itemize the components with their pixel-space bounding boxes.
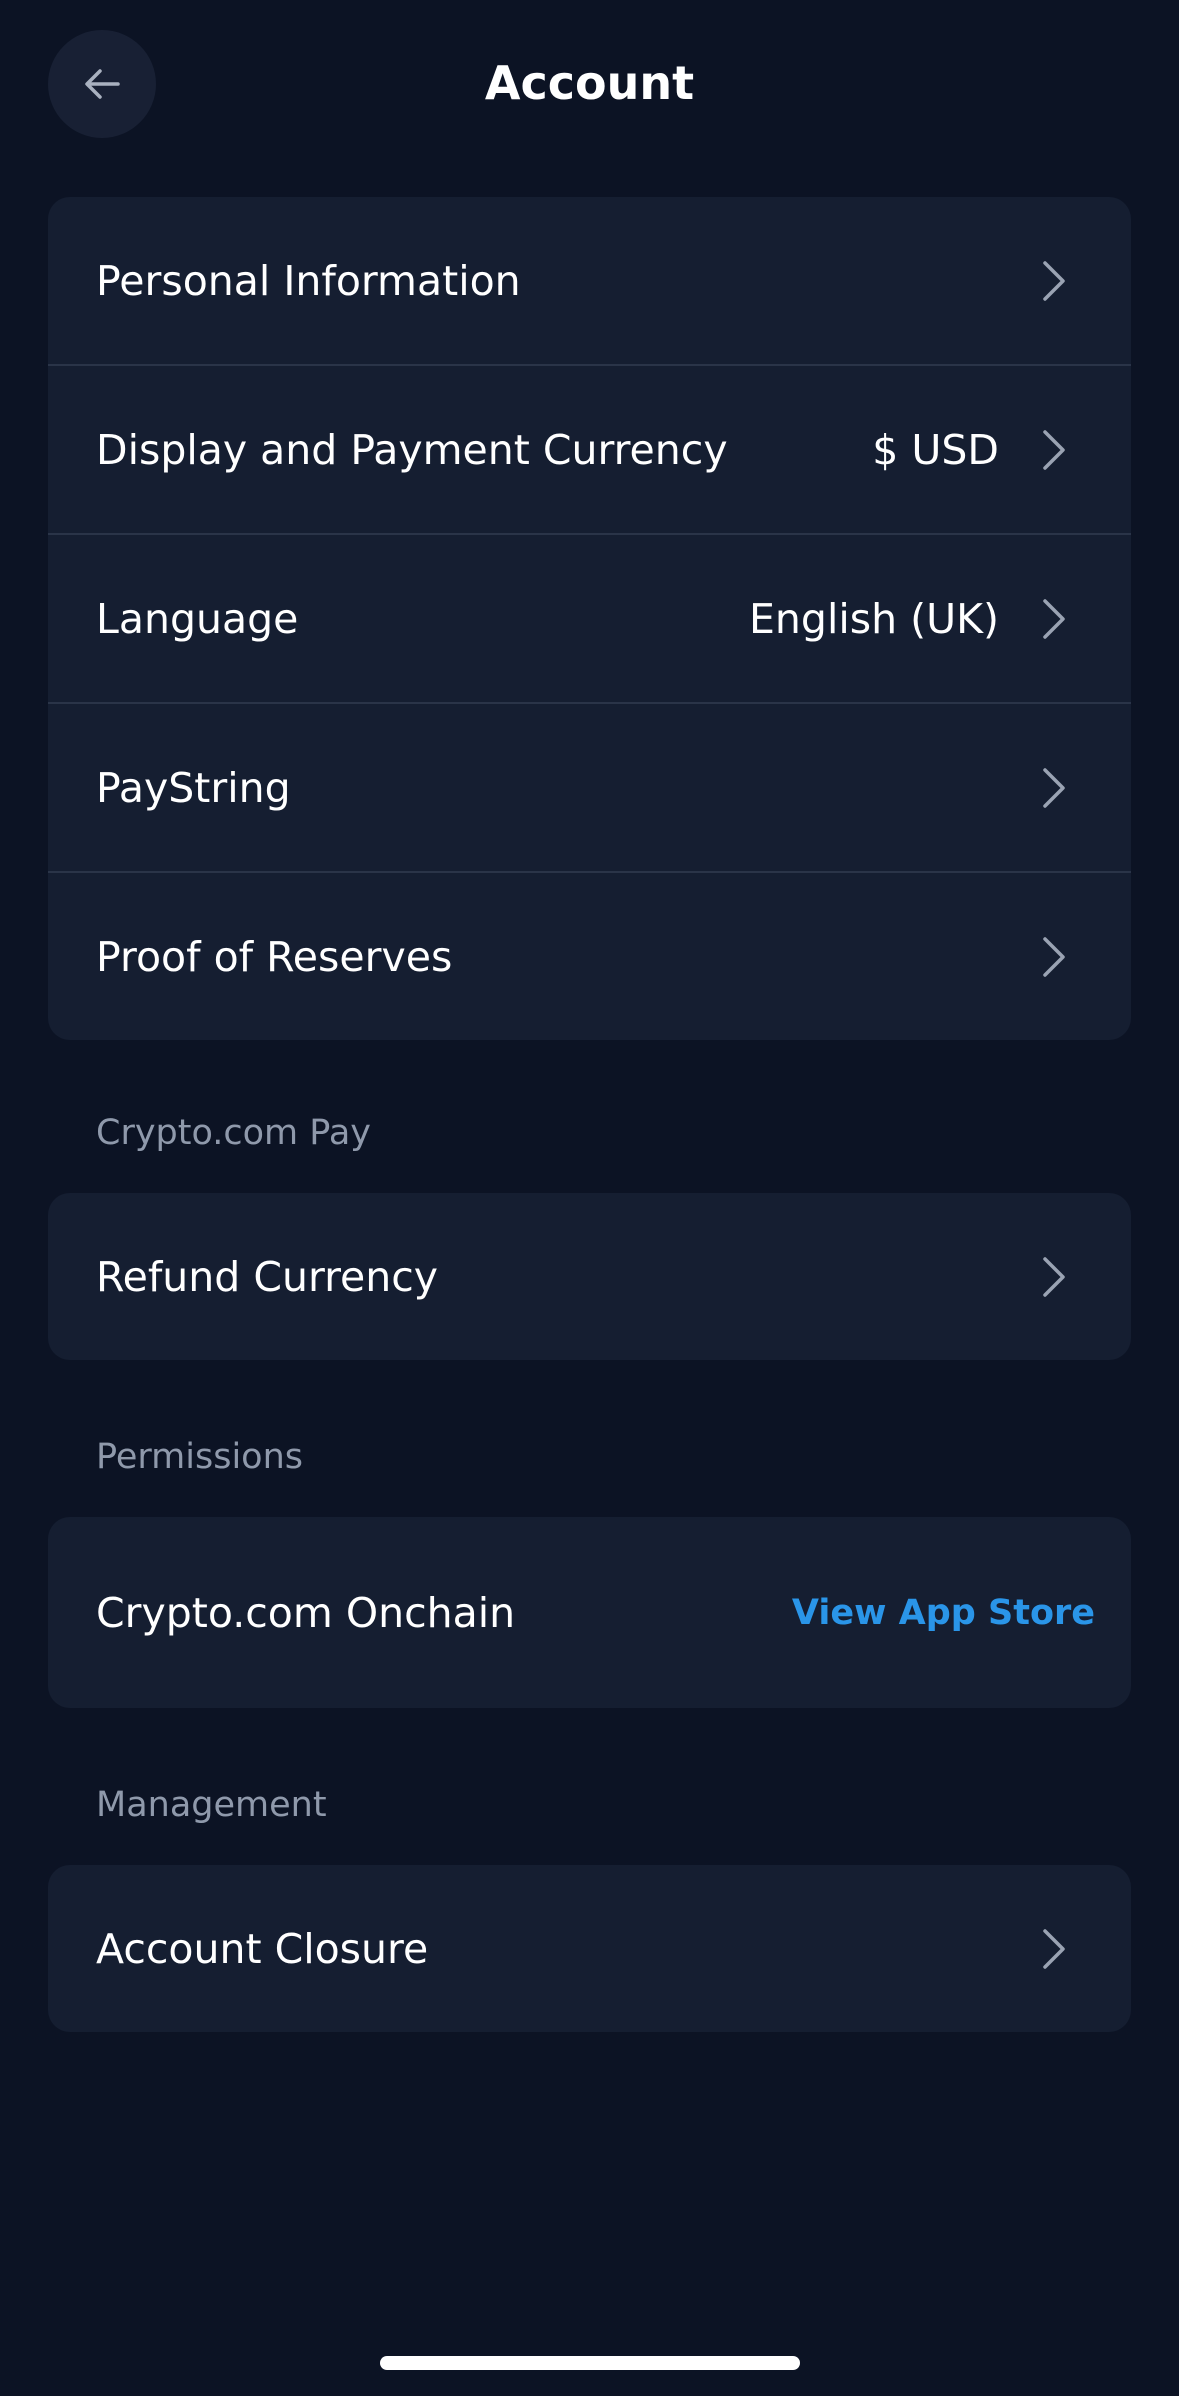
view-app-store-link[interactable]: View App Store [792,1517,1095,1708]
section-label-crypto-pay: Crypto.com Pay [96,1113,371,1153]
section-label-permissions: Permissions [96,1437,304,1477]
chevron-right-icon [1043,767,1065,808]
home-indicator[interactable] [380,2356,800,2370]
chevron-right-icon [1043,1928,1065,1969]
chevron-right-icon [1043,260,1065,301]
chevron-right-icon [1043,1256,1065,1297]
management-card: Account Closure [48,1865,1131,2032]
settings-item-account-closure[interactable]: Account Closure [48,1865,1131,2032]
settings-item-label: PayString [96,763,291,812]
permissions-card: Crypto.com Onchain View App Store [48,1517,1131,1708]
settings-item-label: Refund Currency [96,1252,439,1301]
settings-item-label: Crypto.com Onchain [96,1588,516,1637]
settings-item-language[interactable]: Language English (UK) [48,535,1131,704]
settings-item-label: Account Closure [96,1924,429,1973]
crypto-pay-card: Refund Currency [48,1193,1131,1360]
settings-item-paystring[interactable]: PayString [48,704,1131,873]
section-label-management: Management [96,1785,327,1825]
chevron-right-icon [1043,429,1065,470]
settings-item-refund-currency[interactable]: Refund Currency [48,1193,1131,1360]
settings-item-label: Proof of Reserves [96,932,453,981]
page-title: Account [484,56,695,110]
settings-item-label: Personal Information [96,256,521,305]
account-settings-card: Personal Information Display and Payment… [48,197,1131,1040]
language-value: English (UK) [749,594,999,643]
chevron-right-icon [1043,936,1065,977]
chevron-right-icon [1043,598,1065,639]
settings-item-proof-of-reserves[interactable]: Proof of Reserves [48,873,1131,1040]
currency-value: $ USD [872,425,999,474]
settings-item-onchain: Crypto.com Onchain View App Store [48,1517,1131,1708]
settings-item-display-currency[interactable]: Display and Payment Currency $ USD [48,366,1131,535]
settings-item-personal-information[interactable]: Personal Information [48,197,1131,366]
settings-item-label: Display and Payment Currency [96,425,728,474]
header: Account [0,0,1179,170]
settings-item-label: Language [96,594,299,643]
